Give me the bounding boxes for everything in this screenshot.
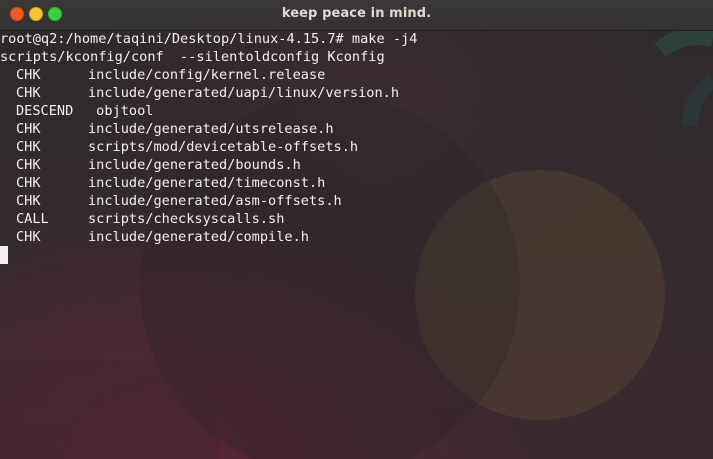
output-line: CHK include/generated/utsrelease.h [0,120,334,138]
terminal-output[interactable]: root@q2:/home/taqini/Desktop/linux-4.15.… [0,30,713,459]
build-step-label: CHK [16,193,41,209]
build-step-path: include/generated/timeconst.h [88,175,326,191]
output-line: DESCEND objtool [0,102,153,120]
terminal-window: keep peace in mind. root@q2:/home/taqini… [0,0,713,459]
output-line: scripts/kconfig/conf --silentoldconfig K… [0,49,385,65]
title-bar: keep peace in mind. [0,0,713,31]
build-step-label: CHK [16,121,41,137]
output-line: CHK include/config/kernel.release [0,66,325,84]
build-step-path: scripts/mod/devicetable-offsets.h [88,139,359,155]
window-title: keep peace in mind. [281,6,432,21]
output-line: CHK include/generated/bounds.h [0,156,301,174]
build-step-path: scripts/checksyscalls.sh [88,211,285,227]
build-step-path: include/config/kernel.release [88,67,326,83]
build-step-label: CHK [16,229,41,245]
output-line: CHK scripts/mod/devicetable-offsets.h [0,138,358,156]
build-step-label: CHK [16,175,41,191]
build-step-label: CHK [16,85,41,101]
build-step-path: include/generated/utsrelease.h [88,121,334,137]
build-step-path: objtool [88,103,154,119]
build-step-path: include/generated/bounds.h [88,157,301,173]
output-line: CHK include/generated/asm-offsets.h [0,192,342,210]
build-step-path: include/generated/compile.h [88,229,309,245]
output-line: CHK include/generated/uapi/linux/version.… [0,84,399,102]
text-cursor [0,246,8,264]
build-step-label: DESCEND [16,103,74,119]
build-step-path: include/generated/uapi/linux/version.h [88,85,399,101]
output-line: CHK include/generated/timeconst.h [0,174,325,192]
build-step-label: CALL [16,211,49,227]
output-line: CALL scripts/checksyscalls.sh [0,210,284,228]
build-step-label: CHK [16,139,41,155]
build-step-label: CHK [16,157,41,173]
output-line: CHK include/generated/compile.h [0,228,309,246]
build-step-path: include/generated/asm-offsets.h [88,193,342,209]
build-step-label: CHK [16,67,41,83]
prompt-line: root@q2:/home/taqini/Desktop/linux-4.15.… [0,31,418,47]
